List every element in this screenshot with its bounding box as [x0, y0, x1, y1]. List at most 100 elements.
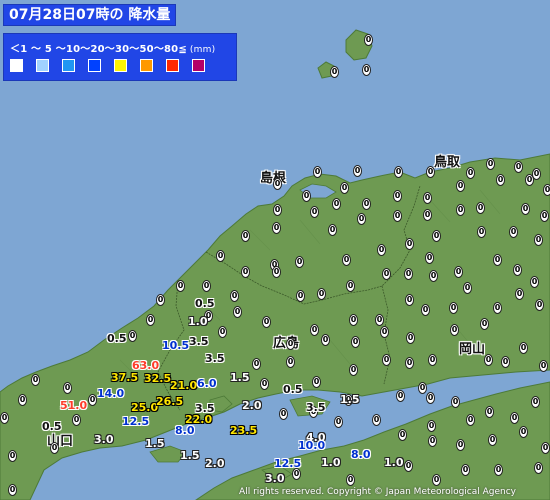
zero-reading-marker: 0 — [230, 290, 239, 302]
zero-reading-marker: 0 — [262, 316, 271, 328]
zero-reading-marker: 0 — [394, 166, 403, 178]
zero-reading-marker: 0 — [486, 158, 495, 170]
zero-reading-marker: 0 — [530, 276, 539, 288]
station-reading: 0.5 — [195, 297, 215, 310]
zero-reading-marker: 0 — [63, 382, 72, 394]
zero-reading-marker: 0 — [405, 238, 414, 250]
zero-reading-marker: 0 — [241, 266, 250, 278]
zero-reading-marker: 0 — [534, 234, 543, 246]
zero-reading-marker: 0 — [427, 420, 436, 432]
station-reading: 1.0 — [321, 456, 341, 469]
zero-reading-marker: 0 — [494, 464, 503, 476]
zero-reading-marker: 0 — [525, 174, 534, 186]
zero-reading-marker: 0 — [543, 184, 550, 196]
legend-swatch — [88, 59, 101, 72]
zero-reading-marker: 0 — [449, 302, 458, 314]
map-title: 07月28日07時の 降水量 — [3, 4, 177, 26]
zero-reading-marker: 0 — [317, 288, 326, 300]
zero-reading-marker: 0 — [519, 342, 528, 354]
station-reading: 32.5 — [144, 372, 172, 385]
legend-swatch — [140, 59, 153, 72]
zero-reading-marker: 0 — [72, 414, 81, 426]
zero-reading-marker: 0 — [432, 474, 441, 486]
zero-reading-marker: 0 — [312, 376, 321, 388]
zero-reading-marker: 0 — [421, 304, 430, 316]
zero-reading-marker: 0 — [480, 318, 489, 330]
zero-reading-marker: 0 — [272, 222, 281, 234]
zero-reading-marker: 0 — [514, 161, 523, 173]
zero-reading-marker: 0 — [485, 406, 494, 418]
zero-reading-marker: 0 — [382, 268, 391, 280]
zero-reading-marker: 0 — [405, 357, 414, 369]
zero-reading-marker: 0 — [429, 270, 438, 282]
zero-reading-marker: 0 — [273, 204, 282, 216]
zero-reading-marker: 0 — [404, 460, 413, 472]
zero-reading-marker: 0 — [218, 326, 227, 338]
legend-swatch — [36, 59, 49, 72]
station-reading: 12.5 — [274, 457, 302, 470]
zero-reading-marker: 0 — [493, 254, 502, 266]
zero-reading-marker: 0 — [428, 435, 437, 447]
zero-reading-marker: 0 — [377, 244, 386, 256]
station-reading: 3.5 — [306, 401, 326, 414]
zero-reading-marker: 0 — [428, 354, 437, 366]
zero-reading-marker: 0 — [50, 442, 59, 454]
station-reading: 3.5 — [205, 352, 225, 365]
zero-reading-marker: 0 — [454, 266, 463, 278]
zero-reading-marker: 0 — [146, 314, 155, 326]
zero-reading-marker: 0 — [496, 174, 505, 186]
station-reading: 0.5 — [283, 383, 303, 396]
station-reading: 51.0 — [60, 399, 88, 412]
zero-reading-marker: 0 — [0, 412, 9, 424]
station-reading: 1.5 — [340, 393, 360, 406]
zero-reading-marker: 0 — [295, 256, 304, 268]
zero-reading-marker: 0 — [463, 282, 472, 294]
zero-reading-marker: 0 — [426, 392, 435, 404]
zero-reading-marker: 0 — [202, 280, 211, 292]
zero-reading-marker: 0 — [351, 336, 360, 348]
station-reading: 21.0 — [170, 379, 198, 392]
zero-reading-marker: 0 — [451, 396, 460, 408]
zero-reading-marker: 0 — [456, 204, 465, 216]
zero-reading-marker: 0 — [332, 198, 341, 210]
zero-reading-marker: 0 — [216, 250, 225, 262]
zero-reading-marker: 0 — [241, 230, 250, 242]
zero-reading-marker: 0 — [31, 374, 40, 386]
zero-reading-marker: 0 — [426, 166, 435, 178]
legend-unit: (mm) — [189, 45, 216, 55]
zero-reading-marker: 0 — [342, 254, 351, 266]
station-reading: 26.5 — [156, 395, 184, 408]
zero-reading-marker: 0 — [466, 414, 475, 426]
zero-reading-marker: 0 — [488, 434, 497, 446]
station-reading: 10.0 — [298, 439, 326, 452]
zero-reading-marker: 0 — [423, 209, 432, 221]
zero-reading-marker: 0 — [310, 324, 319, 336]
zero-reading-marker: 0 — [418, 382, 427, 394]
prefecture-label-okayama: 岡山 — [459, 342, 486, 357]
station-reading: 14.0 — [97, 387, 125, 400]
copyright-notice: All rights reserved. Copyright © Japan M… — [239, 487, 516, 497]
zero-reading-marker: 0 — [375, 314, 384, 326]
station-reading: 3.5 — [195, 402, 215, 415]
legend-swatch — [10, 59, 23, 72]
station-reading: 8.0 — [351, 448, 371, 461]
zero-reading-marker: 0 — [8, 484, 17, 496]
zero-reading-marker: 0 — [296, 290, 305, 302]
zero-reading-marker: 0 — [88, 394, 97, 406]
zero-reading-marker: 0 — [279, 408, 288, 420]
zero-reading-marker: 0 — [541, 442, 550, 454]
legend-swatch — [192, 59, 205, 72]
zero-reading-marker: 0 — [340, 182, 349, 194]
station-reading: 1.0 — [384, 456, 404, 469]
zero-reading-marker: 0 — [233, 306, 242, 318]
zero-reading-marker: 0 — [461, 464, 470, 476]
zero-reading-marker: 0 — [310, 206, 319, 218]
station-reading: 25.0 — [131, 401, 159, 414]
zero-reading-marker: 0 — [252, 358, 261, 370]
zero-reading-marker: 0 — [501, 356, 510, 368]
zero-reading-marker: 0 — [128, 330, 137, 342]
zero-reading-marker: 0 — [539, 360, 548, 372]
zero-reading-marker: 0 — [349, 314, 358, 326]
zero-reading-marker: 0 — [396, 390, 405, 402]
zero-reading-marker: 0 — [364, 34, 373, 46]
